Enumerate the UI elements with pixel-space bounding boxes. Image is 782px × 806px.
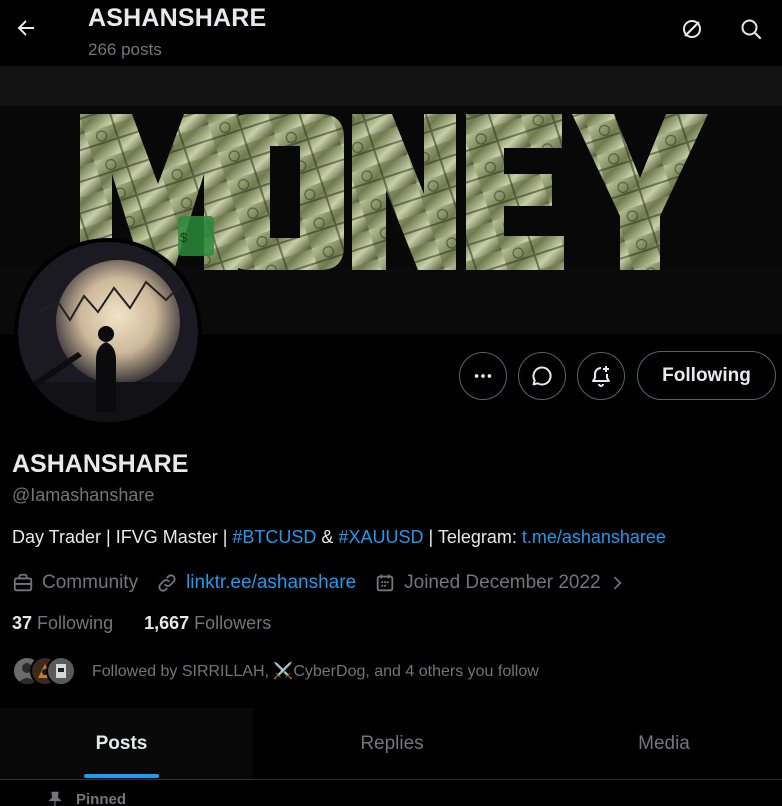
joined-date[interactable]: Joined December 2022 xyxy=(374,572,626,594)
website[interactable]: linktr.ee/ashanshare xyxy=(156,572,356,594)
bio-text: Day Trader | IFVG Master | xyxy=(12,527,233,547)
handle: @Iamashanshare xyxy=(12,485,155,505)
post-count: 266 posts xyxy=(88,40,162,59)
followed-by[interactable]: Followed by SIRRILLAH, ⚔️CyberDog, and 4… xyxy=(12,655,539,687)
category-label: Community xyxy=(42,572,139,593)
pinned-text: Pinned xyxy=(76,790,127,806)
website-link[interactable]: linktr.ee/ashanshare xyxy=(186,572,356,594)
display-name: ASHANSHARE xyxy=(12,450,189,478)
notify-button[interactable] xyxy=(577,352,625,400)
tab-media[interactable]: Media xyxy=(542,708,782,780)
search-button[interactable] xyxy=(734,12,768,46)
bio-text: | Telegram: xyxy=(423,527,522,547)
hashtag-link[interactable]: #BTCUSD xyxy=(232,527,316,547)
message-button[interactable] xyxy=(518,352,566,400)
following-stat[interactable]: 37 Following xyxy=(12,613,113,633)
joined-label: Joined December 2022 xyxy=(404,572,601,593)
search-icon xyxy=(741,19,762,40)
page-title: ASHANSHARE xyxy=(88,4,267,32)
notification-add-icon xyxy=(592,366,610,387)
top-bar: ASHANSHARE 266 posts xyxy=(0,0,782,66)
following-label: Following xyxy=(37,613,114,633)
avatar[interactable] xyxy=(14,238,202,426)
avatar-image xyxy=(18,242,198,422)
category: Community xyxy=(12,572,138,594)
grok-button[interactable] xyxy=(675,12,709,46)
message-icon xyxy=(532,366,552,386)
following-count: 37 xyxy=(12,613,33,633)
following-button[interactable]: Following xyxy=(637,351,776,400)
bio-text: & xyxy=(316,527,339,547)
mutual-avatars xyxy=(12,655,78,687)
bio: Day Trader | IFVG Master | #BTCUSD & #XA… xyxy=(12,527,666,548)
chevron-right-icon xyxy=(613,576,622,590)
tab-posts[interactable]: Posts xyxy=(0,708,243,780)
profile-meta: Community linktr.ee/ashanshare Joined De… xyxy=(12,570,645,596)
followers-label: Followers xyxy=(194,613,272,633)
followers-stat[interactable]: 1,667 Followers xyxy=(144,613,271,633)
avatar xyxy=(46,656,76,686)
active-tab-indicator xyxy=(84,774,159,778)
back-arrow-icon xyxy=(17,20,34,36)
profile-tabs: Posts Replies Media xyxy=(0,708,782,780)
grok-icon xyxy=(683,20,701,38)
pin-icon xyxy=(48,791,62,806)
briefcase-icon xyxy=(13,573,33,592)
telegram-link[interactable]: t.me/ashansharee xyxy=(522,527,666,547)
link-icon xyxy=(158,574,176,592)
back-button[interactable] xyxy=(8,10,44,46)
calendar-icon xyxy=(376,574,394,592)
tab-replies[interactable]: Replies xyxy=(270,708,514,780)
followers-count: 1,667 xyxy=(144,613,190,633)
pinned-label: Pinned xyxy=(46,790,126,806)
follow-stats: 37 Following 1,667 Followers xyxy=(12,613,271,634)
followed-by-text: Followed by SIRRILLAH, ⚔️CyberDog, and 4… xyxy=(92,663,539,680)
svg-text:$: $ xyxy=(180,230,188,245)
more-icon xyxy=(474,374,492,378)
more-button[interactable] xyxy=(459,352,507,400)
hashtag-link[interactable]: #XAUUSD xyxy=(338,527,423,547)
